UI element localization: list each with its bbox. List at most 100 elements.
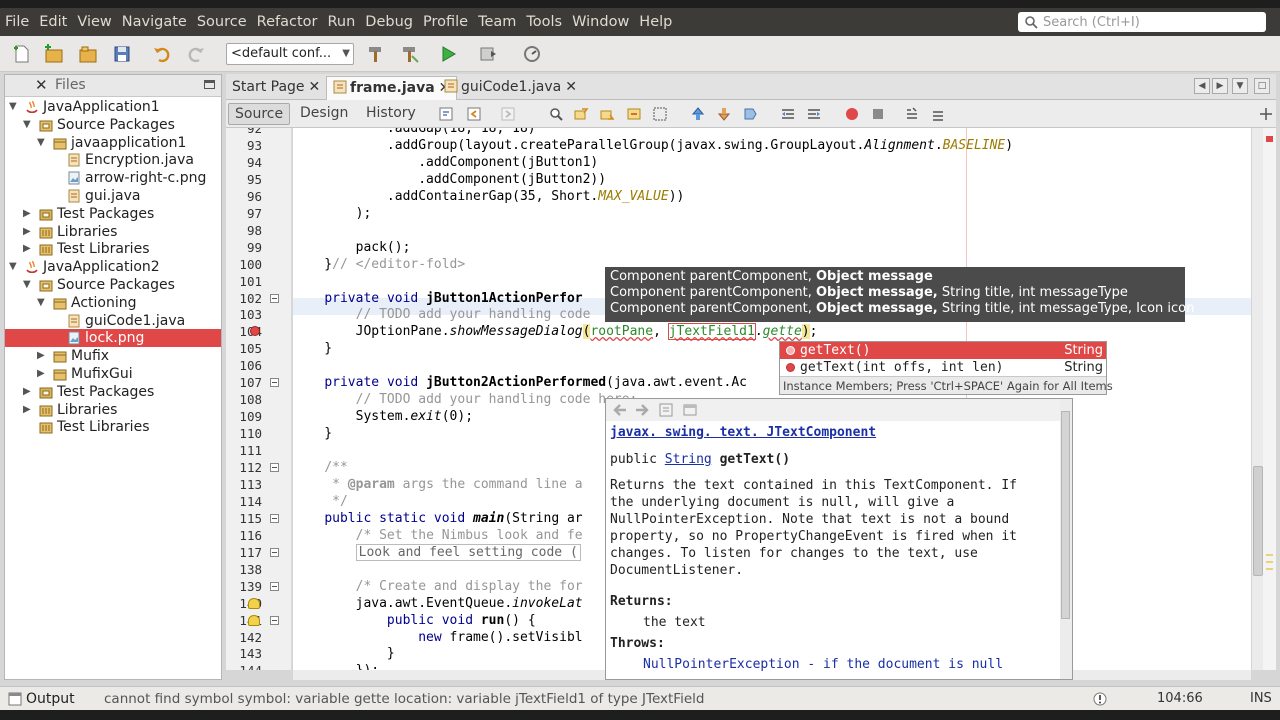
new-project-icon[interactable] [42,42,66,66]
tab-design[interactable]: Design [294,103,354,125]
menu-tools[interactable]: Tools [521,8,567,36]
open-project-icon[interactable] [76,42,100,66]
menu-navigate[interactable]: Navigate [117,8,192,36]
show-opened-documents-icon[interactable]: ▼ [1232,78,1248,94]
run-project-icon[interactable] [436,42,460,66]
close-icon[interactable]: ✕ [35,76,48,94]
hint-bulb-icon[interactable] [248,614,260,626]
back-icon[interactable] [466,106,482,122]
tab-history[interactable]: History [360,103,422,125]
collapsed-toggle-icon[interactable]: ▶ [23,205,31,223]
scroll-tabs-left-icon[interactable]: ◀ [1194,78,1210,94]
last-edit-icon[interactable] [438,106,454,122]
find-previous-icon[interactable] [574,106,590,122]
menu-file[interactable]: File [0,8,34,36]
warning-marker[interactable] [1266,554,1273,556]
expanded-toggle-icon[interactable]: ▼ [23,116,31,134]
completion-item[interactable]: getText() String [780,342,1106,359]
tree-node[interactable]: Test Libraries [5,418,221,436]
toggle-highlight-icon[interactable] [626,106,642,122]
error-marker[interactable] [1266,136,1273,142]
tree-node[interactable]: ▼ JavaApplication2 [5,258,221,276]
scrollbar-thumb[interactable] [1061,411,1070,619]
open-in-browser-icon[interactable] [682,402,698,418]
find-next-icon[interactable] [600,106,616,122]
menu-debug[interactable]: Debug [360,8,418,36]
toggle-rectangular-selection-icon[interactable] [652,106,668,122]
comment-icon[interactable] [904,106,920,122]
debug-project-icon[interactable] [476,42,500,66]
tree-node[interactable]: ▼ Source Packages [5,276,221,294]
collapsed-toggle-icon[interactable]: ▶ [37,365,45,383]
tab-files[interactable]: Files [55,77,86,93]
editor-vertical-scrollbar[interactable] [1251,128,1263,670]
minimize-icon[interactable] [204,80,215,89]
shift-line-right-icon[interactable] [806,106,822,122]
open-source-icon[interactable] [658,402,674,418]
tree-node[interactable]: ▶ MufixGui [5,365,221,383]
undo-icon[interactable] [150,42,174,66]
configuration-select[interactable]: <default conf... ▼ [226,43,354,65]
tree-node[interactable]: gui.java [5,187,221,205]
menu-refactor[interactable]: Refactor [252,8,323,36]
expanded-toggle-icon[interactable]: ▼ [37,294,45,312]
tree-node[interactable]: Encryption.java [5,151,221,169]
tree-node[interactable]: guiCode1.java [5,312,221,330]
tree-node[interactable]: ▶ Test Packages [5,383,221,401]
tree-node[interactable]: lock.png [5,329,221,348]
forward-icon[interactable] [500,106,516,122]
collapsed-toggle-icon[interactable]: ▶ [23,383,31,401]
expanded-toggle-icon[interactable]: ▼ [37,134,45,152]
collapsed-toggle-icon[interactable]: ▶ [37,347,45,365]
maximize-editor-icon[interactable]: □ [1254,78,1270,94]
code-fold-toggle-icon[interactable] [270,581,279,591]
split-editor-icon[interactable] [1258,106,1274,122]
javadoc-class-link[interactable]: javax. swing. text. JTextComponent [610,425,876,440]
warning-marker[interactable] [1266,561,1273,563]
scrollbar-thumb[interactable] [1253,466,1263,576]
code-fold-toggle-icon[interactable] [270,513,279,523]
expanded-toggle-icon[interactable]: ▼ [23,276,31,294]
output-tab[interactable]: Output [26,689,75,709]
menu-profile[interactable]: Profile [418,8,473,36]
profile-project-icon[interactable] [520,42,544,66]
find-selection-icon[interactable] [548,106,564,122]
quick-search-input[interactable]: Search (Ctrl+I) [1018,12,1266,32]
uncomment-icon[interactable] [930,106,946,122]
javadoc-scrollbar[interactable] [1060,399,1072,679]
close-icon[interactable]: ✕ [565,79,577,95]
start-macro-recording-icon[interactable] [844,106,860,122]
code-fold-toggle-icon[interactable] [270,378,279,388]
code-fold-toggle-icon[interactable] [270,293,279,303]
code-fold-toggle-icon[interactable] [270,615,279,625]
clean-build-icon[interactable] [398,42,422,66]
save-all-icon[interactable] [110,42,134,66]
tree-node[interactable]: ▼ JavaApplication1 [5,98,221,116]
code-fold-toggle-icon[interactable] [270,547,279,557]
close-icon[interactable]: ✕ [309,79,321,95]
tree-node[interactable]: ▼ Actioning [5,294,221,312]
completion-item[interactable]: getText(int offs, int len) String [780,359,1106,376]
expanded-toggle-icon[interactable]: ▼ [9,258,17,276]
back-arrow-icon[interactable] [612,403,628,417]
tree-node[interactable]: ▶ Mufix [5,347,221,365]
output-window-icon[interactable] [8,692,22,706]
javadoc-return-type-link[interactable]: String [665,452,712,467]
menu-source[interactable]: Source [192,8,252,36]
tree-node[interactable]: ▶ Test Packages [5,205,221,223]
collapsed-toggle-icon[interactable]: ▶ [23,401,31,419]
new-file-icon[interactable] [10,42,34,66]
tree-node[interactable]: ▶ Libraries [5,223,221,241]
forward-arrow-icon[interactable] [634,403,650,417]
next-bookmark-icon[interactable] [716,106,732,122]
tab-source[interactable]: Source [228,103,291,125]
previous-bookmark-icon[interactable] [690,106,706,122]
stop-macro-recording-icon[interactable] [870,106,886,122]
menu-help[interactable]: Help [634,8,677,36]
shift-line-left-icon[interactable] [780,106,796,122]
tree-node[interactable]: ▼ Source Packages [5,116,221,134]
warning-marker[interactable] [1266,568,1273,570]
tab-guicode1-java[interactable]: guiCode1.java ✕ [438,76,583,100]
tree-node[interactable]: ▼ javaapplication1 [5,134,221,152]
menu-window[interactable]: Window [567,8,634,36]
